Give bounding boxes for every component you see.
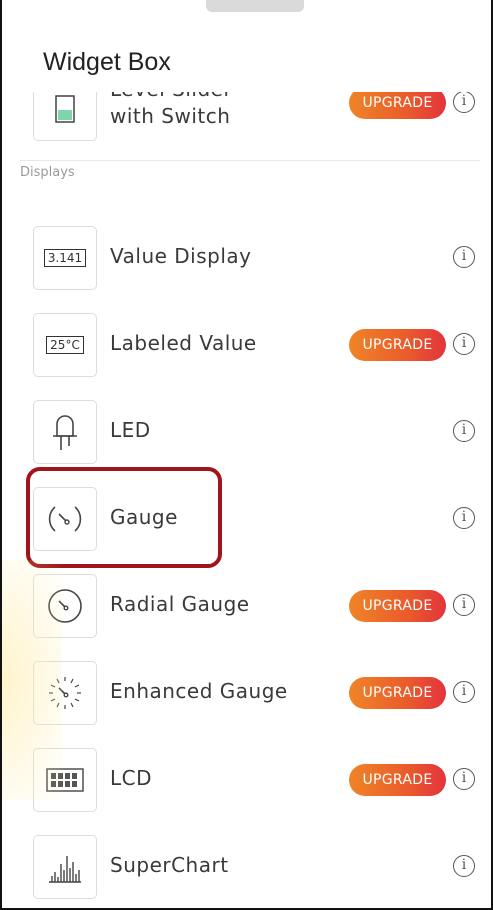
upgrade-button[interactable]: UPGRADE [349, 764, 446, 796]
superchart-label: SuperChart [110, 853, 229, 877]
radial-gauge-label: Radial Gauge [110, 592, 250, 616]
widget-item-radial-gauge[interactable]: Radial Gauge UPGRADE i [2, 574, 491, 660]
info-icon[interactable]: i [453, 246, 475, 268]
info-icon[interactable]: i [453, 855, 475, 877]
page-title: Widget Box [43, 48, 171, 76]
enhanced-gauge-label: Enhanced Gauge [110, 679, 288, 703]
level-slider-label-line2: with Switch [110, 104, 231, 128]
info-icon[interactable]: i [453, 333, 475, 355]
superchart-icon [49, 856, 81, 883]
widget-item-enhanced-gauge[interactable]: Enhanced Gauge UPGRADE i [2, 661, 491, 747]
widget-box-panel: Level Slider with Switch UPGRADE i Displ… [0, 0, 493, 910]
section-divider [20, 160, 480, 161]
lcd-label: LCD [110, 766, 153, 790]
value-display-label: Value Display [110, 244, 252, 268]
info-icon[interactable]: i [453, 420, 475, 442]
widget-item-labeled-value[interactable]: 25°C Labeled Value UPGRADE i [2, 313, 491, 399]
upgrade-button[interactable]: UPGRADE [349, 590, 446, 622]
info-icon[interactable]: i [453, 768, 475, 790]
widget-item-superchart[interactable]: SuperChart i [2, 835, 491, 908]
led-label: LED [110, 418, 151, 442]
section-label-displays: Displays [20, 165, 75, 180]
widget-list[interactable]: Level Slider with Switch UPGRADE i Displ… [2, 0, 491, 908]
lcd-icon [46, 768, 84, 792]
level-slider-icon [55, 95, 75, 123]
widget-item-lcd[interactable]: LCD UPGRADE i [2, 748, 491, 834]
labeled-value-label: Labeled Value [110, 331, 257, 355]
info-icon[interactable]: i [453, 594, 475, 616]
led-icon [53, 415, 77, 450]
info-icon[interactable]: i [453, 681, 475, 703]
labeled-value-icon-box: 25°C [33, 313, 97, 377]
value-display-icon: 3.141 [43, 249, 87, 267]
labeled-value-icon: 25°C [46, 336, 84, 354]
upgrade-button[interactable]: UPGRADE [349, 329, 446, 361]
enhanced-gauge-icon-box [33, 661, 97, 725]
radial-gauge-icon-box [33, 574, 97, 638]
radial-gauge-icon [48, 589, 82, 623]
panel-header: Widget Box [2, 0, 491, 92]
gauge-highlight-annotation [26, 467, 222, 568]
value-display-icon-box: 3.141 [33, 226, 97, 290]
superchart-icon-box [33, 835, 97, 899]
lcd-icon-box [33, 748, 97, 812]
upgrade-button[interactable]: UPGRADE [349, 677, 446, 709]
led-icon-box [33, 400, 97, 464]
info-icon[interactable]: i [453, 507, 475, 529]
drag-handle[interactable] [206, 0, 304, 12]
enhanced-gauge-icon [49, 677, 81, 709]
info-icon[interactable]: i [453, 91, 475, 113]
widget-item-value-display[interactable]: 3.141 Value Display i [2, 226, 491, 312]
